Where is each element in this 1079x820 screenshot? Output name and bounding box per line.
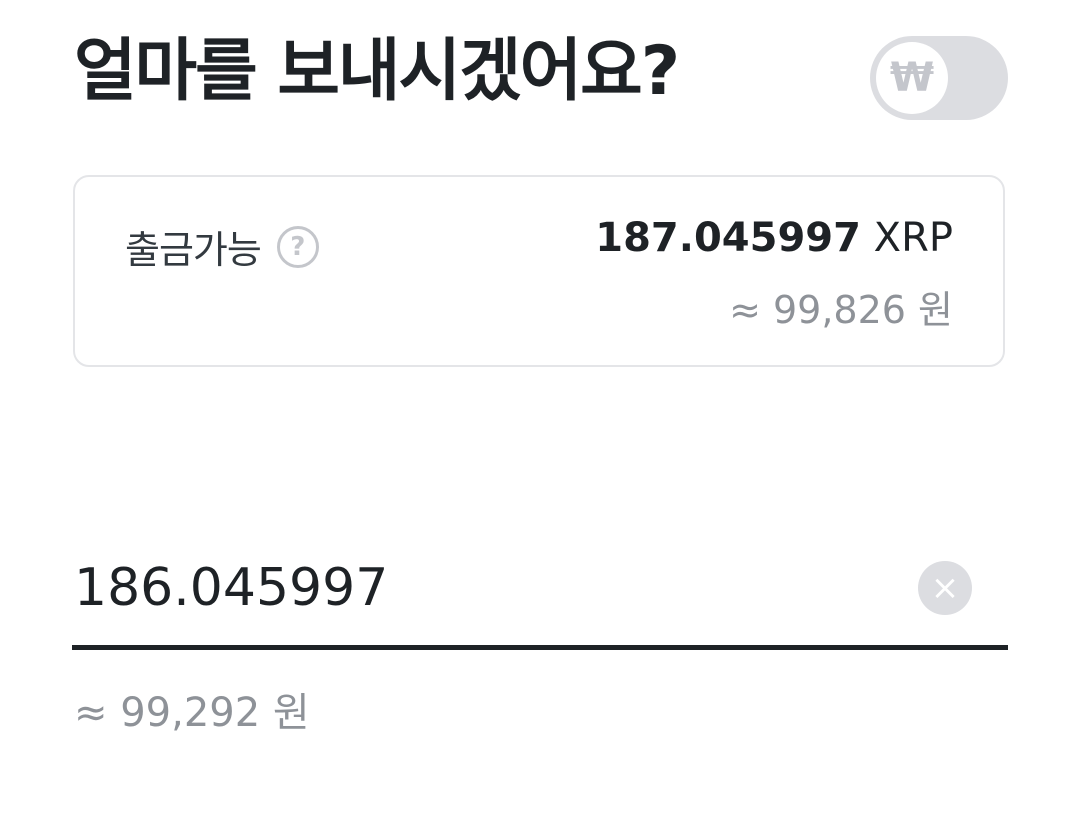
balance-label: 출금가능 — [125, 228, 262, 272]
input-krw-equivalent: ≈ 99,292 원 — [74, 690, 310, 736]
balance-amount: 187.045997 XRP — [595, 215, 953, 261]
currency-toggle[interactable]: ₩ — [870, 36, 1008, 120]
clear-input-button[interactable]: × — [918, 561, 972, 615]
balance-amount-value: 187.045997 — [595, 215, 861, 261]
page-title: 얼마를 보내시겠어요? — [74, 32, 680, 111]
amount-input[interactable] — [74, 548, 904, 628]
balance-unit: XRP — [873, 215, 953, 261]
send-amount-screen: 얼마를 보내시겠어요? ₩ 출금가능 ? 187.045997 XRP ≈ 99… — [0, 0, 1079, 820]
close-icon: × — [930, 568, 960, 608]
input-underline — [72, 645, 1008, 650]
available-balance-card: 출금가능 ? 187.045997 XRP ≈ 99,826 원 — [73, 175, 1005, 367]
balance-label-group: 출금가능 ? — [125, 219, 319, 274]
won-icon: ₩ — [876, 42, 948, 114]
help-icon[interactable]: ? — [276, 225, 319, 268]
balance-krw-equivalent: ≈ 99,826 원 — [729, 288, 953, 332]
